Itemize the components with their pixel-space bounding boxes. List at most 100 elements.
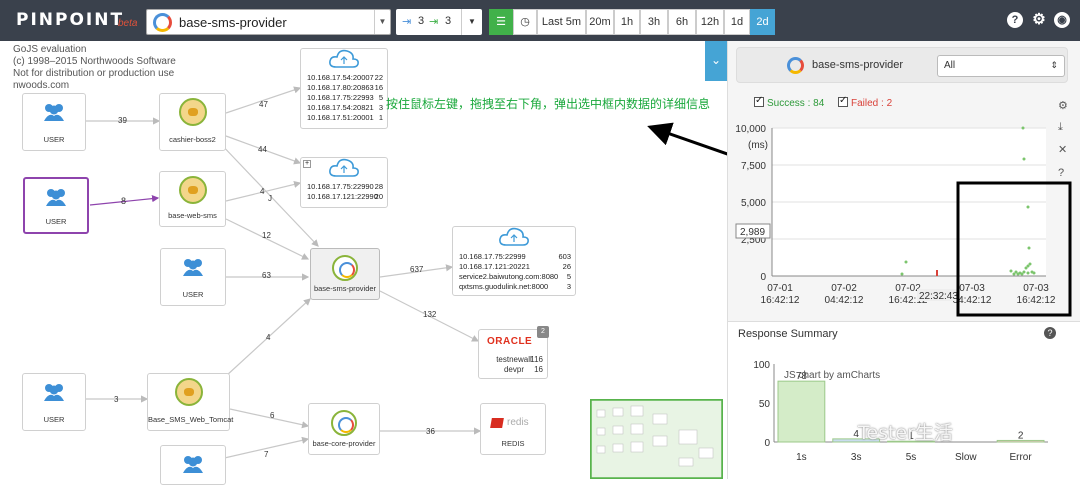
bar-category-label: 3s bbox=[851, 452, 862, 463]
agent-filter-select[interactable]: All ⇕ bbox=[937, 55, 1065, 77]
cloud-icon bbox=[499, 227, 529, 246]
bar-1s[interactable] bbox=[777, 380, 826, 443]
tomcat-icon bbox=[178, 176, 207, 204]
bar-y-tick-label: 100 bbox=[753, 360, 770, 371]
edge-count[interactable]: 6 bbox=[270, 411, 274, 420]
edge-count[interactable]: 12 bbox=[262, 231, 271, 240]
agent-filter-value: All bbox=[944, 60, 956, 71]
chevron-down-icon[interactable]: ▼ bbox=[374, 10, 390, 34]
success-checkbox[interactable]: Success : 84 bbox=[754, 95, 824, 109]
github-icon[interactable]: ◉ bbox=[1054, 12, 1070, 28]
scatter-point[interactable] bbox=[900, 272, 904, 276]
app-node-cashier-boss2[interactable]: cashier-boss2 bbox=[159, 93, 226, 151]
scatter-point[interactable] bbox=[1009, 269, 1013, 273]
host-call-count: 20 bbox=[374, 192, 383, 201]
y-tick-label: 10,000 bbox=[735, 124, 766, 135]
time-button-last-5m[interactable]: Last 5m bbox=[537, 9, 586, 35]
time-button-2d[interactable]: 2d bbox=[750, 9, 775, 35]
toggle-panel-button[interactable]: ⌄ bbox=[705, 41, 727, 81]
scatter-point[interactable] bbox=[1020, 272, 1024, 276]
edge-count[interactable]: 44 bbox=[258, 145, 267, 154]
help-icon[interactable]: ? bbox=[1007, 12, 1023, 28]
watermark-text: Tester生活 bbox=[858, 422, 953, 444]
scatter-point[interactable] bbox=[1016, 272, 1020, 276]
x-tick-label: 07-03 bbox=[959, 283, 985, 294]
oracle-db-name: testnewall bbox=[496, 355, 532, 364]
edge-count[interactable]: 3 bbox=[114, 395, 118, 404]
updown-arrow-icon: ⇕ bbox=[1050, 60, 1058, 70]
app-node-base-sms-provider[interactable]: base-sms-provider bbox=[310, 248, 380, 300]
search-depth-select[interactable]: ⇥ 3 ⇥ 3 ▼ bbox=[396, 9, 482, 35]
scatter-point[interactable] bbox=[1027, 246, 1031, 250]
scatter-point[interactable] bbox=[1028, 262, 1032, 266]
checkbox-icon[interactable] bbox=[754, 95, 764, 107]
user-node[interactable] bbox=[160, 445, 226, 485]
app-node-base-sms-web-tomcat[interactable]: Base_SMS_Web_Tomcat bbox=[147, 373, 233, 431]
edge-count[interactable]: 39 bbox=[118, 116, 127, 125]
scatter-point[interactable] bbox=[1012, 272, 1016, 276]
user-group-icon bbox=[44, 384, 64, 401]
scatter-point[interactable] bbox=[904, 260, 908, 264]
app-node-base-core-provider[interactable]: base-core-provider bbox=[308, 403, 380, 455]
scatter-point[interactable] bbox=[1021, 126, 1025, 130]
user-node[interactable]: USER bbox=[22, 373, 86, 431]
time-button-20m[interactable]: 20m bbox=[586, 9, 614, 35]
time-button-1h[interactable]: 1h bbox=[614, 9, 640, 35]
expand-icon[interactable]: + bbox=[303, 160, 311, 168]
clock-icon[interactable]: ◷ bbox=[513, 9, 537, 35]
beta-label: beta bbox=[118, 18, 138, 29]
node-label: REDIS bbox=[501, 439, 525, 448]
failed-checkbox[interactable]: Failed : 2 bbox=[838, 95, 892, 109]
user-node[interactable]: USER bbox=[160, 248, 226, 306]
bar-category-label: 5s bbox=[906, 452, 917, 463]
scatter-point[interactable] bbox=[1026, 271, 1030, 275]
edge-count[interactable]: 132 bbox=[423, 310, 436, 319]
y-tick-label: 0 bbox=[760, 272, 766, 283]
edge-count[interactable]: 637 bbox=[410, 265, 423, 274]
depth-dropdown-icon[interactable]: ▼ bbox=[461, 9, 482, 35]
host-row: 10.168.17.54:20821 3 bbox=[307, 103, 383, 113]
x-tick-label: 07-03 bbox=[1023, 283, 1049, 294]
edge-count[interactable]: 63 bbox=[262, 271, 271, 280]
edge-count[interactable]: 47 bbox=[259, 100, 268, 109]
scatter-point[interactable] bbox=[1022, 157, 1026, 161]
time-button-1d[interactable]: 1d bbox=[724, 9, 750, 35]
scatter-point[interactable] bbox=[1024, 266, 1028, 270]
user-group-icon bbox=[183, 456, 203, 473]
app-node-base-web-sms[interactable]: base-web-sms bbox=[159, 171, 226, 227]
tomcat-icon bbox=[178, 98, 207, 126]
edge-count[interactable]: 4 bbox=[266, 333, 270, 342]
external-cloud-node[interactable]: + 10.168.17.75:22990 28 10.168.17.121:2299… bbox=[300, 157, 388, 208]
server-map[interactable]: GoJS evaluation (c) 1998–2015 Northwoods… bbox=[0, 41, 727, 485]
edge-count[interactable]: 8 bbox=[121, 196, 126, 206]
scatter-point[interactable] bbox=[1032, 271, 1036, 275]
time-button-6h[interactable]: 6h bbox=[668, 9, 696, 35]
gear-icon[interactable]: ⚙ bbox=[1058, 99, 1068, 112]
overview-minimap[interactable] bbox=[590, 399, 723, 479]
host-call-count: 3 bbox=[566, 282, 571, 291]
edge-count[interactable]: 7 bbox=[264, 450, 268, 459]
edge-count[interactable]: J bbox=[268, 194, 272, 203]
time-button-3h[interactable]: 3h bbox=[640, 9, 668, 35]
host-address: 10.168.17.121:22990 bbox=[307, 192, 378, 201]
response-time-scatter-chart[interactable]: 10,000 7,500 5,000 2,500 0 (ms) 2,989 07-01 16:4… bbox=[728, 116, 1080, 321]
checkbox-icon[interactable] bbox=[838, 95, 848, 107]
redis-node[interactable]: redis REDIS bbox=[480, 403, 546, 455]
user-node[interactable]: USER bbox=[22, 93, 86, 151]
application-select-value: base-sms-provider bbox=[179, 15, 287, 30]
host-address: 10.168.17.75:22993 bbox=[307, 93, 374, 102]
external-cloud-node[interactable]: 10.168.17.75:22999 603 10.168.17.121:20221… bbox=[452, 226, 576, 296]
response-summary-bar-chart[interactable]: 050100781s43s15s Slow2Error JS chart by a… bbox=[728, 322, 1080, 480]
user-node-selected[interactable]: USER bbox=[23, 177, 89, 234]
scatter-point[interactable] bbox=[1026, 205, 1030, 209]
external-cloud-node[interactable]: 10.168.17.54:20007 22 10.168.17.80:20863 16… bbox=[300, 48, 388, 129]
oracle-node[interactable]: ORACLE 2 testnewall 116 devpr 16 bbox=[478, 326, 549, 379]
gear-icon[interactable]: ⚙ bbox=[1031, 12, 1047, 28]
application-select[interactable]: base-sms-provider ▼ bbox=[146, 9, 391, 35]
edge-count[interactable]: 4 bbox=[260, 187, 264, 196]
realtime-list-button[interactable]: ☰ bbox=[489, 9, 513, 35]
time-button-12h[interactable]: 12h bbox=[696, 9, 724, 35]
bar-category-label: 1s bbox=[796, 452, 807, 463]
scatter-plot[interactable]: 10,0007,5005,0002,5000(ms)2,98907-0116:4… bbox=[728, 116, 1080, 321]
edge-count[interactable]: 36 bbox=[426, 427, 435, 436]
